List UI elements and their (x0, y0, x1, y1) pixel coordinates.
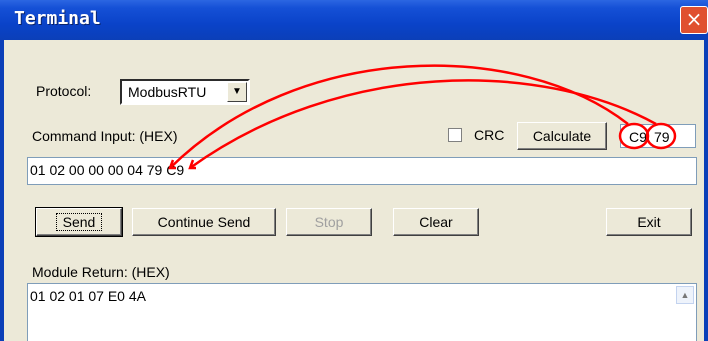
protocol-select[interactable]: ModbusRTU ▼ (120, 79, 250, 105)
close-icon[interactable]: × (680, 6, 708, 34)
right-frame (704, 40, 708, 341)
send-button[interactable]: Send (35, 207, 123, 237)
crc-label: CRC (474, 127, 505, 143)
send-label: Send (55, 213, 103, 231)
crc-checkbox[interactable] (448, 128, 462, 142)
command-input-label: Command Input: (HEX) (32, 128, 178, 144)
clear-button[interactable]: Clear (393, 208, 479, 236)
module-return-field[interactable]: 01 02 01 07 E0 4A ▲ (27, 283, 697, 341)
exit-button[interactable]: Exit (606, 208, 692, 236)
protocol-value: ModbusRTU (128, 84, 207, 100)
crc-byte-1: C9 (629, 129, 647, 145)
crc-result-field[interactable]: C9 79 (620, 124, 696, 148)
terminal-window: Terminal × Protocol: ModbusRTU ▼ Command… (0, 0, 708, 341)
crc-byte-2: 79 (654, 129, 670, 145)
scroll-up-icon[interactable]: ▲ (676, 286, 694, 304)
title-bar: Terminal × (0, 0, 708, 40)
protocol-label: Protocol: (36, 83, 92, 99)
calculate-button[interactable]: Calculate (517, 122, 607, 150)
module-return-value: 01 02 01 07 E0 4A (30, 288, 146, 304)
command-input-field[interactable]: 01 02 00 00 00 04 79 C9 (27, 157, 697, 185)
stop-button[interactable]: Stop (286, 208, 372, 236)
module-return-label: Module Return: (HEX) (32, 264, 170, 280)
continue-send-button[interactable]: Continue Send (132, 208, 276, 236)
chevron-down-icon[interactable]: ▼ (227, 82, 247, 102)
command-input-value: 01 02 00 00 00 04 79 C9 (30, 162, 185, 178)
window-title: Terminal (14, 8, 101, 29)
left-frame (0, 40, 4, 341)
